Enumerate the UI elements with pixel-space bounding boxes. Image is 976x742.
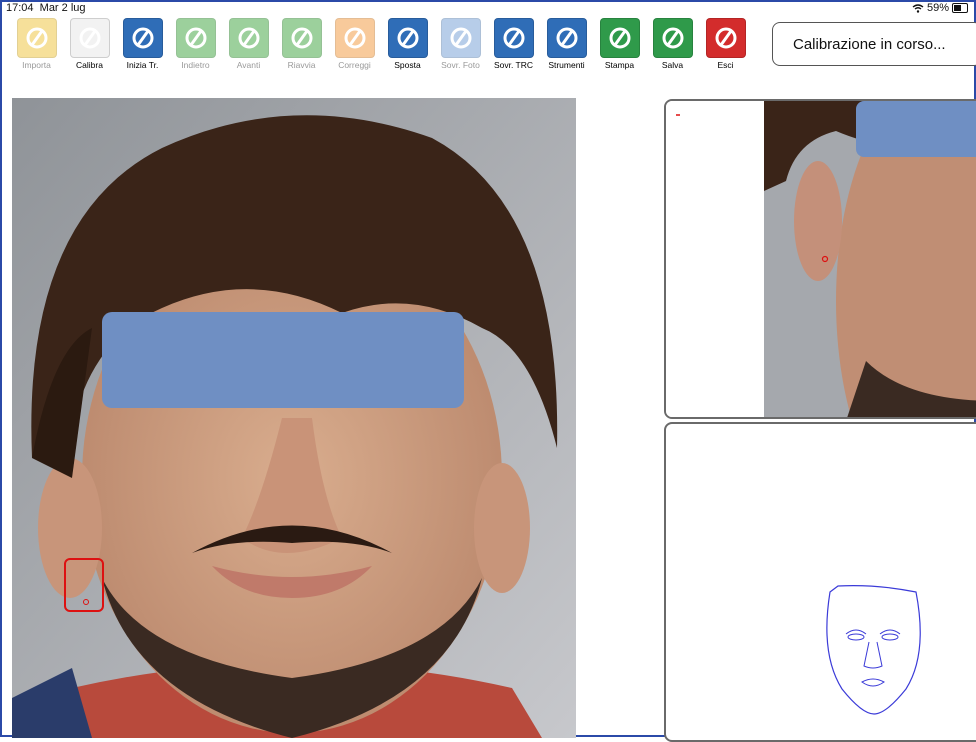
- toolbar-label: Inizia Tr.: [126, 60, 159, 70]
- toolbar-button-avanti[interactable]: Avanti: [222, 18, 275, 94]
- privacy-mask: [102, 312, 464, 408]
- printer-icon: [599, 18, 640, 58]
- start-tracing-icon: [122, 18, 163, 58]
- toolbar-label: Stampa: [604, 60, 635, 70]
- toolbar-button-stampa[interactable]: Stampa: [593, 18, 646, 94]
- calibration-status-text: Calibrazione in corso...: [793, 35, 946, 53]
- undo-arrow-icon: [175, 18, 216, 58]
- move-arrows-icon: [387, 18, 428, 58]
- import-folder-icon: [16, 18, 57, 58]
- save-check-icon: [652, 18, 693, 58]
- toolbar-label: Avanti: [236, 60, 261, 70]
- toolbar-button-sovr-foto[interactable]: Sovr. Foto: [434, 18, 487, 94]
- toolbar-label: Strumenti: [548, 60, 585, 70]
- correct-icon: [334, 18, 375, 58]
- toolbar-label: Correggi: [338, 60, 371, 70]
- zoom-preview-panel: [664, 99, 976, 419]
- zoom-privacy-mask: [856, 101, 976, 157]
- toolbar-button-correggi[interactable]: Correggi: [328, 18, 381, 94]
- tools-wand-icon: [546, 18, 587, 58]
- toolbar-label: Importa: [22, 60, 51, 70]
- toolbar-label: Sposta: [394, 60, 421, 70]
- toolbar-label: Calibra: [76, 60, 103, 70]
- status-bar: 17:04 Mar 2 lug 59%: [2, 2, 974, 16]
- overlay-photo-icon: [440, 18, 481, 58]
- redo-arrow-icon: [228, 18, 269, 58]
- toolbar-button-inizia-tr[interactable]: Inizia Tr.: [116, 18, 169, 94]
- toolbar-label: Sovr. Foto: [441, 60, 480, 70]
- toolbar-button-sovr-trc[interactable]: Sovr. TRC: [487, 18, 540, 94]
- toolbar: Importa Calibra Inizia Tr. Indietro Avanti Ri…: [10, 18, 752, 94]
- toolbar-label: Sovr. TRC: [493, 60, 534, 70]
- status-time: 17:04 Mar 2 lug: [6, 2, 86, 14]
- toolbar-button-calibra[interactable]: Calibra: [63, 18, 116, 94]
- face-tracing: [826, 585, 921, 715]
- toolbar-button-esci[interactable]: Esci: [699, 18, 752, 94]
- face-photo: [12, 98, 576, 738]
- overlay-trc-icon: [493, 18, 534, 58]
- toolbar-label: Salva: [661, 60, 684, 70]
- battery-icon: [952, 3, 968, 13]
- toolbar-label: Riavvia: [287, 60, 316, 70]
- calibrate-ruler-icon: [69, 18, 110, 58]
- calibration-status-field: Calibrazione in corso...: [772, 22, 976, 66]
- toolbar-button-riavvia[interactable]: Riavvia: [275, 18, 328, 94]
- restart-icon: [281, 18, 322, 58]
- wifi-icon: [912, 3, 924, 13]
- status-right: 59%: [912, 2, 968, 14]
- toolbar-button-strumenti[interactable]: Strumenti: [540, 18, 593, 94]
- main-photo-view[interactable]: [12, 98, 576, 738]
- battery-percent: 59%: [926, 2, 949, 14]
- toolbar-label: Esci: [717, 60, 734, 70]
- toolbar-button-indietro[interactable]: Indietro: [169, 18, 222, 94]
- toolbar-button-sposta[interactable]: Sposta: [381, 18, 434, 94]
- exit-door-icon: [705, 18, 746, 58]
- calibration-point[interactable]: [83, 599, 89, 605]
- toolbar-button-salva[interactable]: Salva: [646, 18, 699, 94]
- tracing-panel: [664, 422, 976, 742]
- toolbar-label: Indietro: [181, 60, 210, 70]
- toolbar-button-importa[interactable]: Importa: [10, 18, 63, 94]
